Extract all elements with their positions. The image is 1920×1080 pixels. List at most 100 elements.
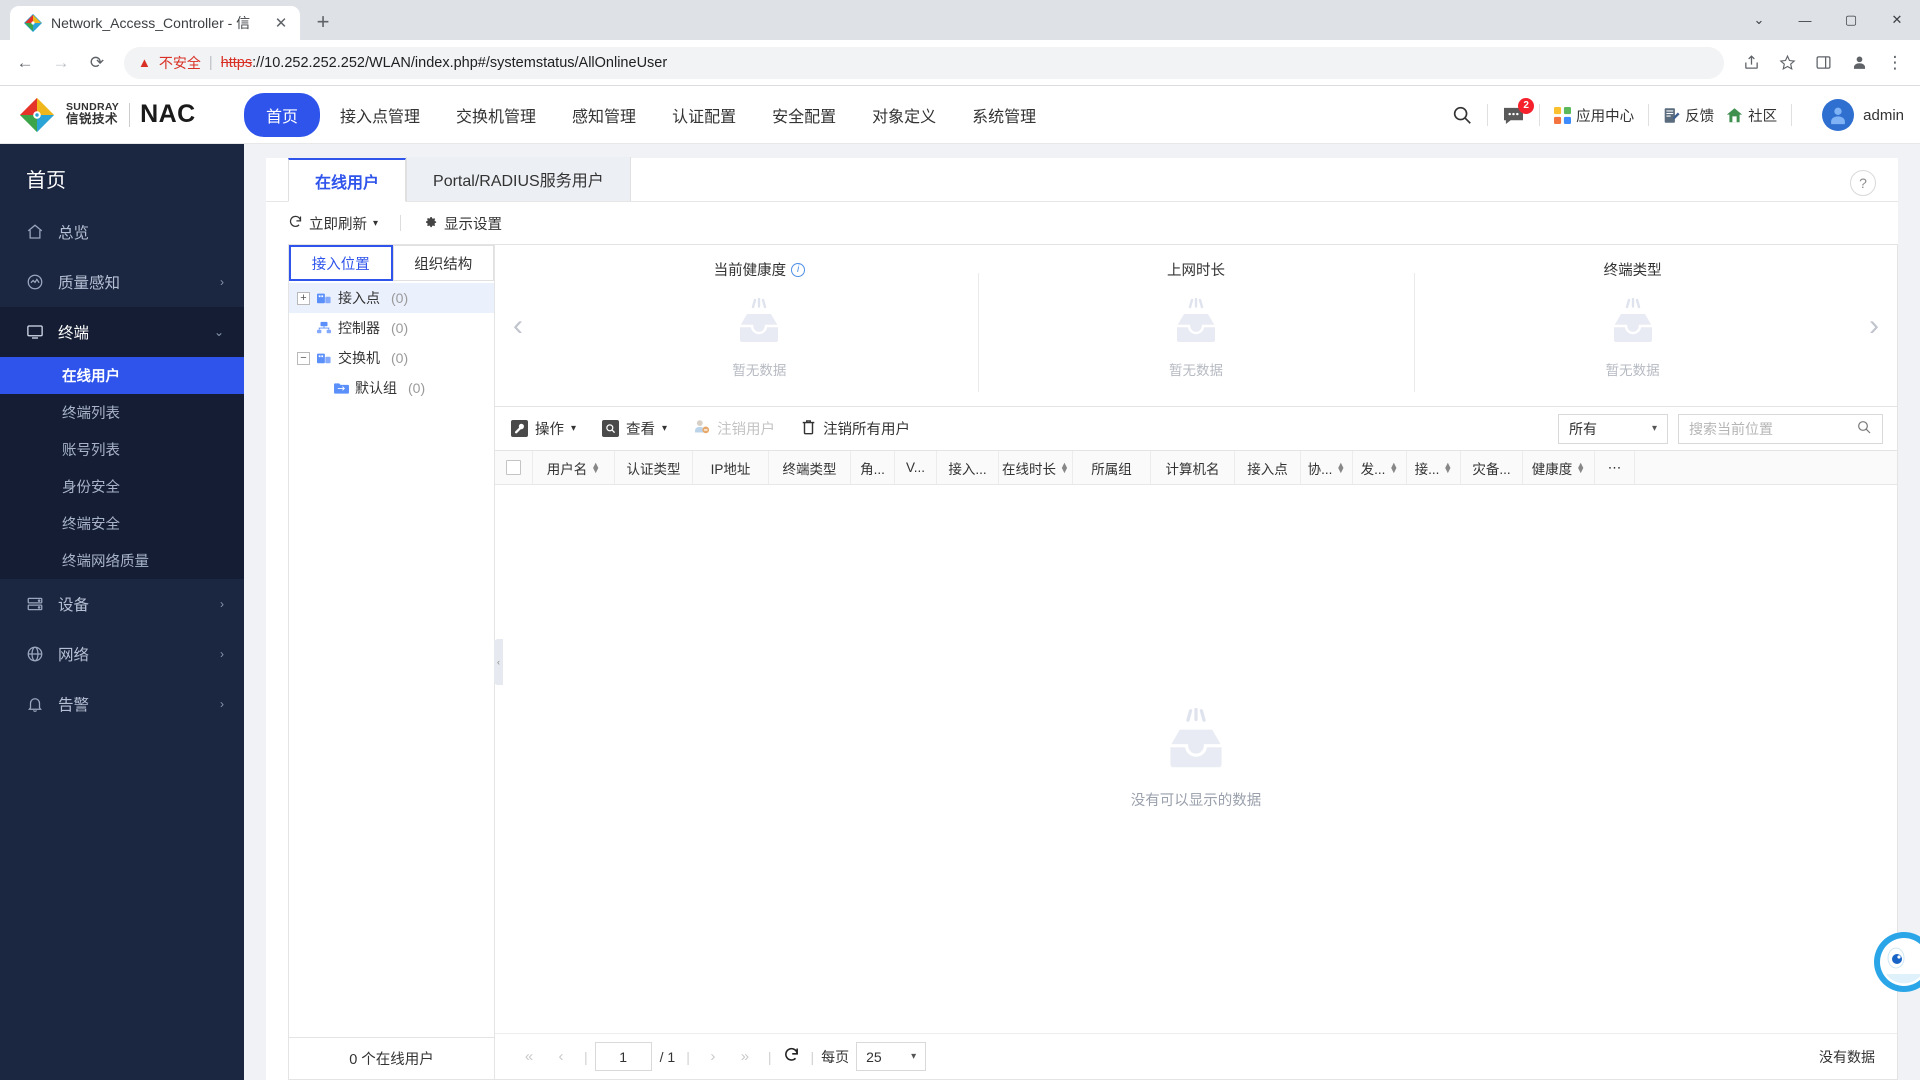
refresh-now-label: 立即刷新 [309,216,367,233]
refresh-now-button[interactable]: 立即刷新 ▾ [288,213,378,234]
message-icon[interactable]: 2 [1502,97,1535,125]
card-current-health: 当前健康度 i 暂无数据 [541,245,978,406]
new-tab-button[interactable]: + [306,5,340,39]
share-icon[interactable] [1734,46,1768,80]
user-menu[interactable]: admin [1822,99,1904,131]
minimize-button[interactable]: — [1782,0,1828,40]
window-close-button[interactable]: ✕ [1874,0,1920,40]
feedback-button[interactable]: 反馈 [1663,105,1714,126]
page-input[interactable]: 1 [594,1042,652,1071]
sidebar-item-device[interactable]: 设备 › [0,579,244,629]
tree-node-default-group[interactable]: 默认组 (0) [289,373,494,403]
side-panel-icon[interactable] [1806,46,1840,80]
sort-icon[interactable]: ▲ ▼ [1389,461,1398,474]
nav-item-object[interactable]: 对象定义 [856,94,952,136]
divider [400,215,402,231]
forward-icon[interactable]: → [44,46,78,80]
browser-tab[interactable]: Network_Access_Controller - 信 ✕ [10,6,300,40]
tab-search-icon[interactable]: ⌄ [1736,0,1782,40]
sidebar-item-alarm[interactable]: 告警 › [0,679,244,729]
sort-icon[interactable]: ▲ ▼ [1336,461,1345,474]
collapse-icon[interactable]: − [297,351,310,365]
table-column-header[interactable]: 协... ▲ ▼ [1301,451,1353,484]
app-header: SUNDRAY 信锐技术 NAC 首页 接入点管理 交换机管理 感知管理 认证配… [0,86,1920,144]
sidebar-item-terminal-security[interactable]: 终端安全 [0,505,244,542]
sidebar-item-online-users[interactable]: 在线用户 [0,357,244,394]
tree-tab-org-structure[interactable]: 组织结构 [392,245,494,281]
table-column-header[interactable]: 在线时长 ▲ ▼ [999,451,1073,484]
column-label: 灾备... [1472,461,1511,477]
browser-menu-icon[interactable]: ⋮ [1878,46,1912,80]
back-icon[interactable]: ← [8,46,42,80]
tree-collapse-handle[interactable]: ‹ [494,639,503,685]
first-page-button[interactable]: « [513,1048,545,1065]
assistant-mascot-icon[interactable] [1872,930,1920,994]
view-button[interactable]: 查看 ▾ [602,418,667,439]
operation-button[interactable]: 操作 ▾ [511,418,576,439]
community-button[interactable]: 社区 [1726,105,1777,126]
maximize-button[interactable]: ▢ [1828,0,1874,40]
sidebar-item-network[interactable]: 网络 › [0,629,244,679]
info-icon[interactable]: i [791,262,806,277]
logout-all-users-button[interactable]: 注销所有用户 [801,418,910,439]
nav-item-switch[interactable]: 交换机管理 [440,94,552,136]
help-icon[interactable]: ? [1850,170,1876,196]
empty-box-icon [733,297,785,349]
search-icon[interactable] [1451,104,1473,126]
search-icon[interactable] [1856,419,1872,438]
display-settings-button[interactable]: 显示设置 [423,213,502,234]
url-text: https://10.252.252.252/WLAN/index.php#/s… [221,55,668,71]
profile-icon[interactable] [1842,48,1876,78]
table-column-header: 所属组 [1073,451,1151,484]
nav-item-sense[interactable]: 感知管理 [556,94,652,136]
table-column-header[interactable]: 用户名 ▲ ▼ [533,451,615,484]
empty-state: 暂无数据 [1169,297,1223,379]
table-column-header[interactable]: 发... ▲ ▼ [1353,451,1407,484]
tab-portal-radius-users[interactable]: Portal/RADIUS服务用户 [406,157,631,201]
nav-item-ap[interactable]: 接入点管理 [324,94,436,136]
reload-icon[interactable]: ⟳ [80,46,114,80]
sidebar-item-quality[interactable]: 质量感知 › [0,257,244,307]
select-all-header[interactable] [495,451,533,484]
table-column-header[interactable]: 接... ▲ ▼ [1407,451,1461,484]
carousel-prev-button[interactable]: ‹ [495,245,541,406]
tree-tab-access-location[interactable]: 接入位置 [289,245,393,281]
sidebar-item-terminal-network-quality[interactable]: 终端网络质量 [0,542,244,579]
sort-icon[interactable]: ▲ ▼ [1443,461,1452,474]
carousel-next-button[interactable]: › [1851,245,1897,406]
close-icon[interactable]: ✕ [272,14,290,32]
search-input[interactable]: 搜索当前位置 [1678,413,1883,444]
tree-node-ap[interactable]: + 接入点 (0) [289,283,494,313]
next-page-button[interactable]: › [697,1048,729,1065]
nav-item-auth[interactable]: 认证配置 [656,94,752,136]
refresh-icon[interactable] [783,1046,800,1068]
sidebar-item-terminal[interactable]: 终端 ⌄ [0,307,244,357]
table-column-header[interactable]: 健康度 ▲ ▼ [1523,451,1595,484]
content-tabs: 在线用户 Portal/RADIUS服务用户 [266,157,1898,202]
last-page-button[interactable]: » [729,1048,761,1065]
select-all-checkbox[interactable] [506,460,521,475]
sort-icon[interactable]: ▲ ▼ [1060,461,1069,474]
table-toolbar: 操作 ▾ 查看 ▾ 注销用户 注销所有用户 所有 ▾ 搜索当前位置 [495,407,1898,451]
nav-item-security[interactable]: 安全配置 [756,94,852,136]
logout-user-button[interactable]: 注销用户 [693,418,775,439]
column-label: 所属组 [1091,461,1132,477]
sidebar-item-overview[interactable]: 总览 [0,207,244,257]
expand-icon[interactable]: + [297,291,310,305]
star-icon[interactable] [1770,46,1804,80]
tree-node-controller[interactable]: 控制器 (0) [289,313,494,343]
tree-node-switch[interactable]: − 交换机 (0) [289,343,494,373]
nav-item-home[interactable]: 首页 [244,92,321,137]
prev-page-button[interactable]: ‹ [545,1048,577,1065]
tab-online-users[interactable]: 在线用户 [288,158,407,202]
app-center-button[interactable]: 应用中心 [1554,105,1634,126]
sort-icon[interactable]: ▲ ▼ [591,461,600,474]
nav-item-system[interactable]: 系统管理 [956,94,1052,136]
sort-icon[interactable]: ▲ ▼ [1576,461,1585,474]
address-bar[interactable]: ▲ 不安全 | https://10.252.252.252/WLAN/inde… [124,46,1724,79]
per-page-select[interactable]: 25 ▾ [856,1042,927,1071]
sidebar-item-terminal-list[interactable]: 终端列表 [0,394,244,431]
sidebar-item-account-list[interactable]: 账号列表 [0,431,244,468]
sidebar-item-identity-security[interactable]: 身份安全 [0,468,244,505]
filter-select[interactable]: 所有 ▾ [1558,413,1668,444]
